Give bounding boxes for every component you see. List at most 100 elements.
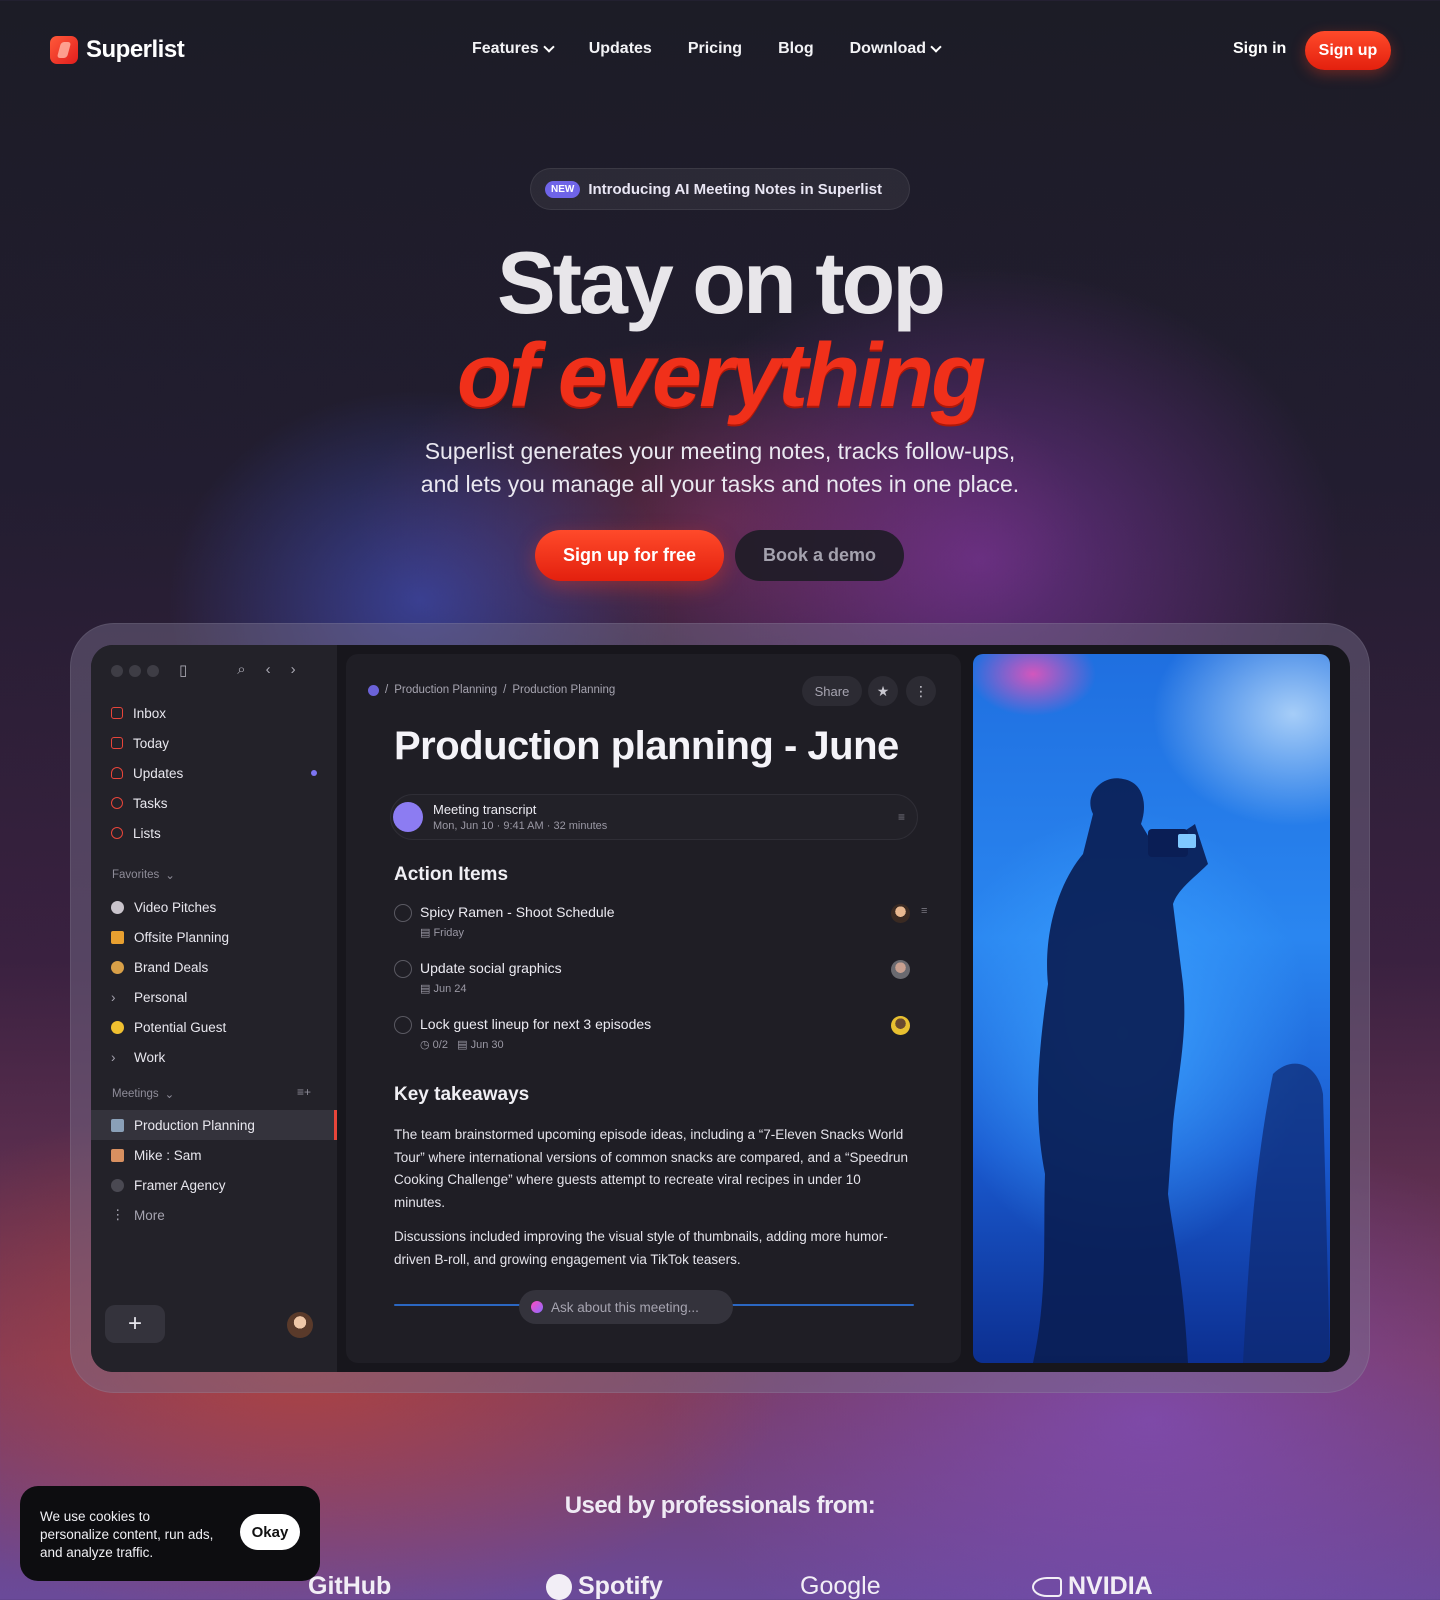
nav-link-label: Updates: [588, 40, 652, 57]
sidebar-item-label: Updates: [133, 765, 184, 781]
list-icon: [111, 827, 123, 839]
nav-link-blog[interactable]: Blog: [778, 40, 814, 58]
sidebar-item-label: Work: [134, 1049, 166, 1065]
chevron-down-icon: ⌄: [164, 1089, 175, 1101]
favorites-header[interactable]: Favorites ⌄: [112, 868, 175, 882]
task-item[interactable]: Lock guest lineup for next 3 episodes ◷ …: [394, 1016, 944, 1056]
spotify-logo: Spotify: [546, 1572, 663, 1600]
subtask-icon: ◷: [420, 1039, 433, 1051]
sidebar-item-mike-sam[interactable]: Mike : Sam: [111, 1143, 317, 1167]
book-demo-button[interactable]: Book a demo: [735, 530, 904, 581]
sidebar-item-updates[interactable]: Updates: [111, 761, 317, 785]
task-title[interactable]: Lock guest lineup for next 3 episodes: [420, 1016, 651, 1032]
nav-link-label: Pricing: [687, 40, 743, 57]
nav-link-label: Download: [849, 40, 927, 57]
nav-link-features[interactable]: Features: [472, 40, 555, 58]
add-button[interactable]: +: [105, 1305, 165, 1343]
task-item[interactable]: Spicy Ramen - Shoot Schedule ▤ Friday ≡: [394, 904, 944, 944]
sidebar-item-brand-deals[interactable]: Brand Deals: [111, 955, 317, 979]
sidebar-item-personal[interactable]: › Personal: [111, 985, 317, 1009]
plus-icon: +: [127, 1310, 142, 1337]
sidebar-item-label: Today: [133, 735, 170, 751]
new-badge: NEW: [545, 180, 581, 198]
task-item[interactable]: Update social graphics ▤ Jun 24: [394, 960, 944, 1000]
task-due: Jun 24: [433, 983, 467, 995]
sign-in-link[interactable]: Sign in: [1233, 40, 1286, 58]
sidebar-item-offsite-planning[interactable]: Offsite Planning: [111, 925, 317, 949]
subtask-count: 0/2: [432, 1039, 448, 1051]
nav-link-download[interactable]: Download: [849, 40, 942, 58]
chevron-right-icon: ›: [111, 1049, 116, 1065]
sign-up-free-button[interactable]: Sign up for free: [535, 530, 724, 581]
brand-logo[interactable]: Superlist: [50, 36, 185, 64]
chat-icon: [393, 802, 423, 832]
announcement-pill[interactable]: NEW Introducing AI Meeting Notes in Supe…: [530, 168, 910, 210]
window-dot[interactable]: [111, 665, 123, 677]
app-preview: ▯ ⌕ ‹ › Inbox Today Updates Tasks Lists …: [91, 645, 1350, 1372]
github-logo: GitHub: [308, 1572, 392, 1600]
sidebar-item-label: More: [134, 1207, 165, 1223]
task-checkbox[interactable]: [394, 1016, 412, 1034]
silhouette-image: [1033, 778, 1330, 1363]
breadcrumb: / Production Planning / Production Plann…: [368, 684, 615, 696]
document-title[interactable]: Production planning - June: [394, 724, 899, 769]
new-meeting-icon[interactable]: ≡+: [297, 1085, 311, 1099]
sidebar-item-label: Brand Deals: [134, 959, 209, 975]
meetings-header[interactable]: Meetings ⌄: [112, 1087, 174, 1101]
task-title[interactable]: Update social graphics: [420, 960, 562, 976]
sidebar-item-framer-agency[interactable]: Framer Agency: [111, 1173, 317, 1197]
more-options-icon[interactable]: ⋮: [906, 676, 936, 706]
sidebar-item-tasks[interactable]: Tasks: [111, 791, 317, 815]
money-bag-icon: [111, 960, 124, 974]
cookie-banner: We use cookies to personalize content, r…: [20, 1486, 320, 1581]
task-due: Friday: [433, 927, 465, 939]
window-dot[interactable]: [147, 665, 159, 677]
takeaway-paragraph[interactable]: Discussions included improving the visua…: [394, 1226, 914, 1271]
sign-up-button[interactable]: Sign up: [1305, 31, 1391, 70]
nav-link-label: Features: [472, 40, 539, 57]
camera-operator-photo: [973, 654, 1330, 1363]
calendar-icon: [111, 737, 123, 749]
sidebar-item-label: Inbox: [133, 705, 167, 721]
meeting-transcript-card[interactable]: Meeting transcript Mon, Jun 10 · 9:41 AM…: [390, 794, 918, 840]
breadcrumb-item[interactable]: Production Planning: [512, 684, 615, 696]
gear-icon: [111, 1178, 124, 1192]
announcement-text: Introducing AI Meeting Notes in Superlis…: [588, 180, 882, 198]
sidebar-item-work[interactable]: › Work: [111, 1045, 317, 1069]
sidebar-item-production-planning[interactable]: Production Planning: [111, 1113, 317, 1137]
baseball-icon: [111, 900, 124, 914]
text-lines-icon[interactable]: ≡: [921, 905, 927, 917]
sidebar-toolbar: ▯ ⌕ ‹ ›: [179, 661, 296, 679]
sidebar-item-lists[interactable]: Lists: [111, 821, 317, 845]
sidebar-item-more[interactable]: ⋮ More: [111, 1203, 317, 1227]
search-icon[interactable]: ⌕: [237, 661, 245, 679]
chevron-right-icon[interactable]: ›: [291, 661, 296, 679]
task-due: Jun 30: [470, 1039, 504, 1051]
sidebar-item-label: Lists: [133, 825, 161, 841]
action-items-heading: Action Items: [394, 864, 509, 885]
assignee-avatar[interactable]: [891, 904, 910, 923]
sidebar-item-inbox[interactable]: Inbox: [111, 701, 317, 725]
takeaway-paragraph[interactable]: The team brainstormed upcoming episode i…: [394, 1124, 914, 1214]
sidebar-toggle-icon[interactable]: ▯: [179, 661, 187, 679]
chevron-left-icon[interactable]: ‹: [266, 661, 271, 679]
task-checkbox[interactable]: [394, 960, 412, 978]
nav-link-updates[interactable]: Updates: [589, 40, 652, 58]
window-dot[interactable]: [129, 665, 141, 677]
star-icon[interactable]: ★: [868, 676, 898, 706]
ask-meeting-input[interactable]: Ask about this meeting...: [519, 1290, 733, 1324]
share-button[interactable]: Share: [802, 676, 862, 706]
chevron-down-icon: [930, 41, 942, 53]
cookie-okay-button[interactable]: Okay: [240, 1514, 300, 1550]
assignee-avatar[interactable]: [891, 960, 910, 979]
text-lines-icon[interactable]: ≡: [898, 810, 905, 824]
nav-link-pricing[interactable]: Pricing: [688, 40, 742, 58]
assignee-avatar[interactable]: [891, 1016, 910, 1035]
sidebar-item-today[interactable]: Today: [111, 731, 317, 755]
user-avatar[interactable]: [287, 1312, 313, 1338]
sidebar-item-potential-guest[interactable]: Potential Guest: [111, 1015, 317, 1039]
sidebar-item-video-pitches[interactable]: Video Pitches: [111, 895, 317, 919]
task-title[interactable]: Spicy Ramen - Shoot Schedule: [420, 904, 615, 920]
task-checkbox[interactable]: [394, 904, 412, 922]
breadcrumb-item[interactable]: Production Planning: [394, 684, 497, 696]
